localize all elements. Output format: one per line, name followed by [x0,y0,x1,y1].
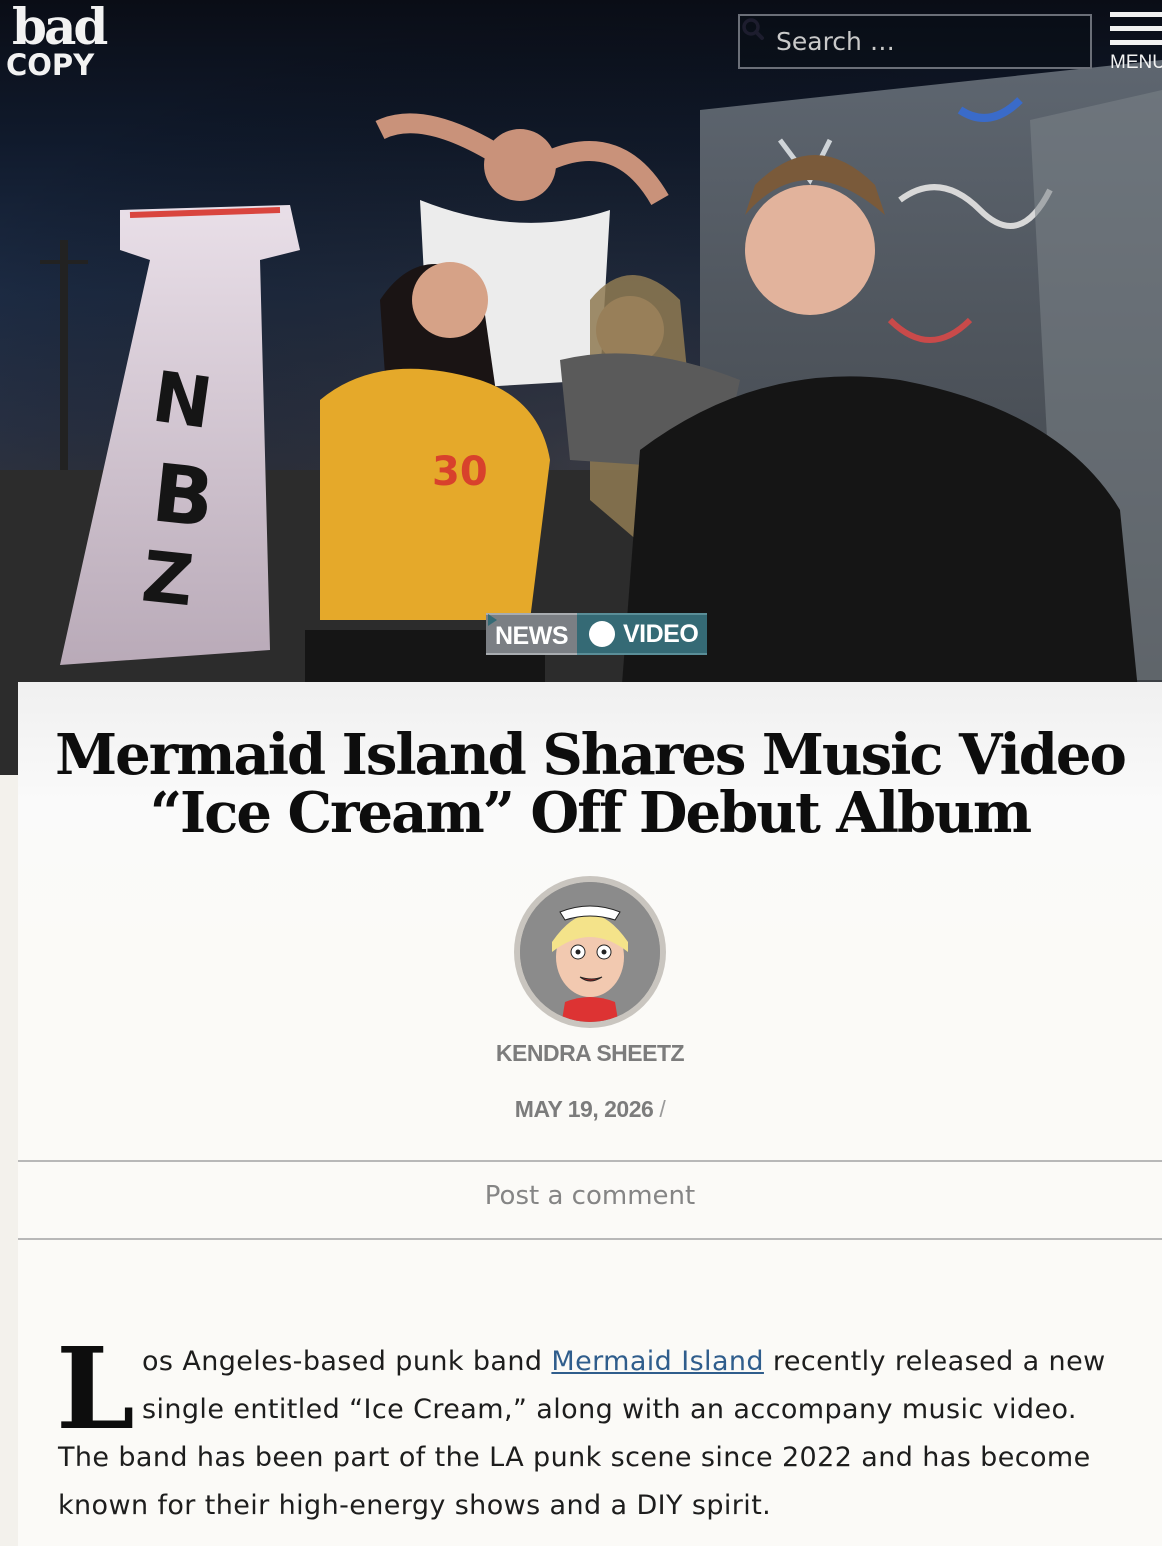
date-separator: / [659,1096,666,1122]
hero-image: N B Z 30 bad COPY Search … MENU NEWS VID… [0,0,1162,775]
hamburger-icon-bar [1110,40,1162,45]
post-comment-link[interactable]: Post a comment [18,1181,1162,1211]
site-logo[interactable]: bad COPY [6,0,116,84]
category-news[interactable]: NEWS [486,613,577,655]
logo-text-bad: bad [12,0,108,56]
author-avatar[interactable] [514,876,666,1028]
body-text-start: os Angeles-based punk band [142,1346,552,1377]
hamburger-icon [1110,12,1162,17]
divider [18,1160,1162,1162]
publish-date-text: MAY 19, 2026 [514,1096,654,1122]
search-input[interactable] [740,16,1093,67]
play-icon [488,614,615,647]
svg-text:B: B [148,446,218,545]
title-line-2: “Ice Cream” Off Debut Album [149,780,1032,846]
band-photo: N B Z 30 [0,0,1162,775]
divider [18,1238,1162,1240]
author-name[interactable]: KENDRA SHEETZ [18,1040,1162,1067]
category-video[interactable]: VIDEO [488,613,708,655]
svg-text:Z: Z [138,535,197,622]
category-video-label: VIDEO [623,620,699,648]
cartoon-avatar-image [520,882,660,1022]
hamburger-icon-bar [1110,26,1162,31]
category-tags: NEWS VIDEO [486,613,708,655]
article-card: Mermaid Island Shares Music Video “Ice C… [18,682,1162,1546]
band-link[interactable]: Mermaid Island [551,1346,764,1377]
svg-text:30: 30 [432,449,488,495]
menu-button[interactable]: MENU [1110,12,1162,84]
drop-cap: L [56,1324,136,1455]
article-title: Mermaid Island Shares Music Video “Ice C… [18,726,1162,842]
svg-text:N: N [148,356,217,445]
publish-date: MAY 19, 2026/ [18,1096,1162,1123]
search-bar [738,14,1093,69]
article-body: Los Angeles-based punk band Mermaid Isla… [56,1324,1128,1530]
menu-label: MENU [1110,52,1162,73]
title-line-1: Mermaid Island Shares Music Video [55,722,1127,788]
search-icon [742,18,764,40]
